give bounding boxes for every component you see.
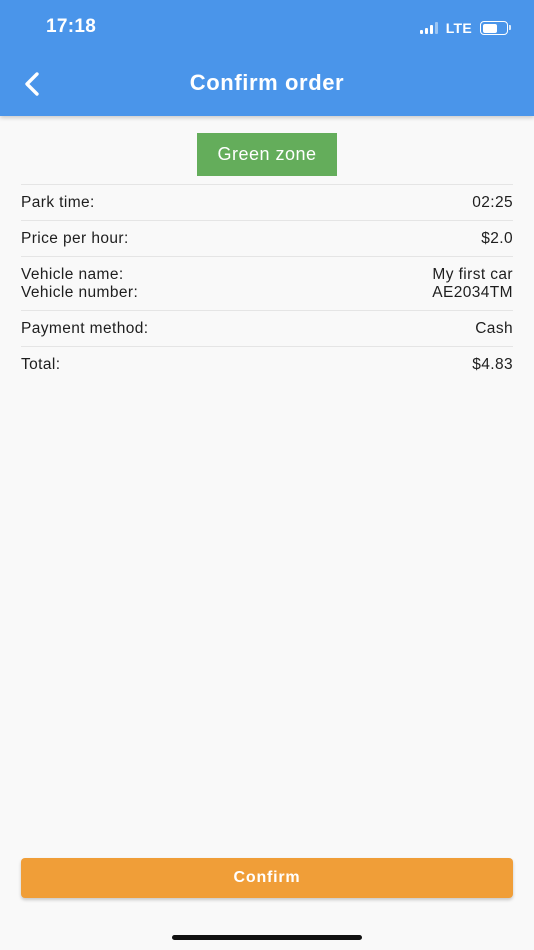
- price-per-hour-value: $2.0: [481, 229, 513, 247]
- payment-method-value: Cash: [475, 319, 513, 337]
- vehicle-number-label: Vehicle number:: [21, 283, 139, 301]
- vehicle-row: Vehicle name: Vehicle number: My first c…: [21, 256, 513, 310]
- zone-badge: Green zone: [197, 133, 337, 176]
- total-value: $4.83: [472, 355, 513, 373]
- price-per-hour-row: Price per hour: $2.0: [21, 220, 513, 256]
- payment-method-label: Payment method:: [21, 319, 149, 337]
- network-type: LTE: [445, 20, 472, 36]
- vehicle-name-label: Vehicle name:: [21, 265, 124, 283]
- vehicle-labels: Vehicle name: Vehicle number:: [21, 266, 138, 302]
- total-label: Total:: [21, 355, 61, 373]
- confirm-button[interactable]: Confirm: [21, 858, 513, 898]
- vehicle-number-value: AE2034TM: [432, 283, 513, 301]
- status-indicators: LTE: [419, 18, 511, 38]
- app-header: 17:18 LTE Confirm order: [0, 0, 534, 116]
- signal-icon: [419, 22, 438, 34]
- payment-method-row: Payment method: Cash: [21, 310, 513, 346]
- park-time-label: Park time:: [21, 193, 95, 211]
- order-details: Park time: 02:25 Price per hour: $2.0 Ve…: [21, 184, 513, 382]
- park-time-value: 02:25: [472, 193, 513, 211]
- vehicle-name-value: My first car: [432, 265, 513, 283]
- status-time: 17:18: [46, 16, 97, 37]
- price-per-hour-label: Price per hour:: [21, 229, 129, 247]
- park-time-row: Park time: 02:25: [21, 184, 513, 220]
- home-indicator: [172, 935, 362, 940]
- page-title: Confirm order: [189, 70, 345, 95]
- total-row: Total: $4.83: [21, 346, 513, 382]
- vehicle-values: My first car AE2034TM: [432, 266, 513, 302]
- battery-icon: [480, 21, 511, 35]
